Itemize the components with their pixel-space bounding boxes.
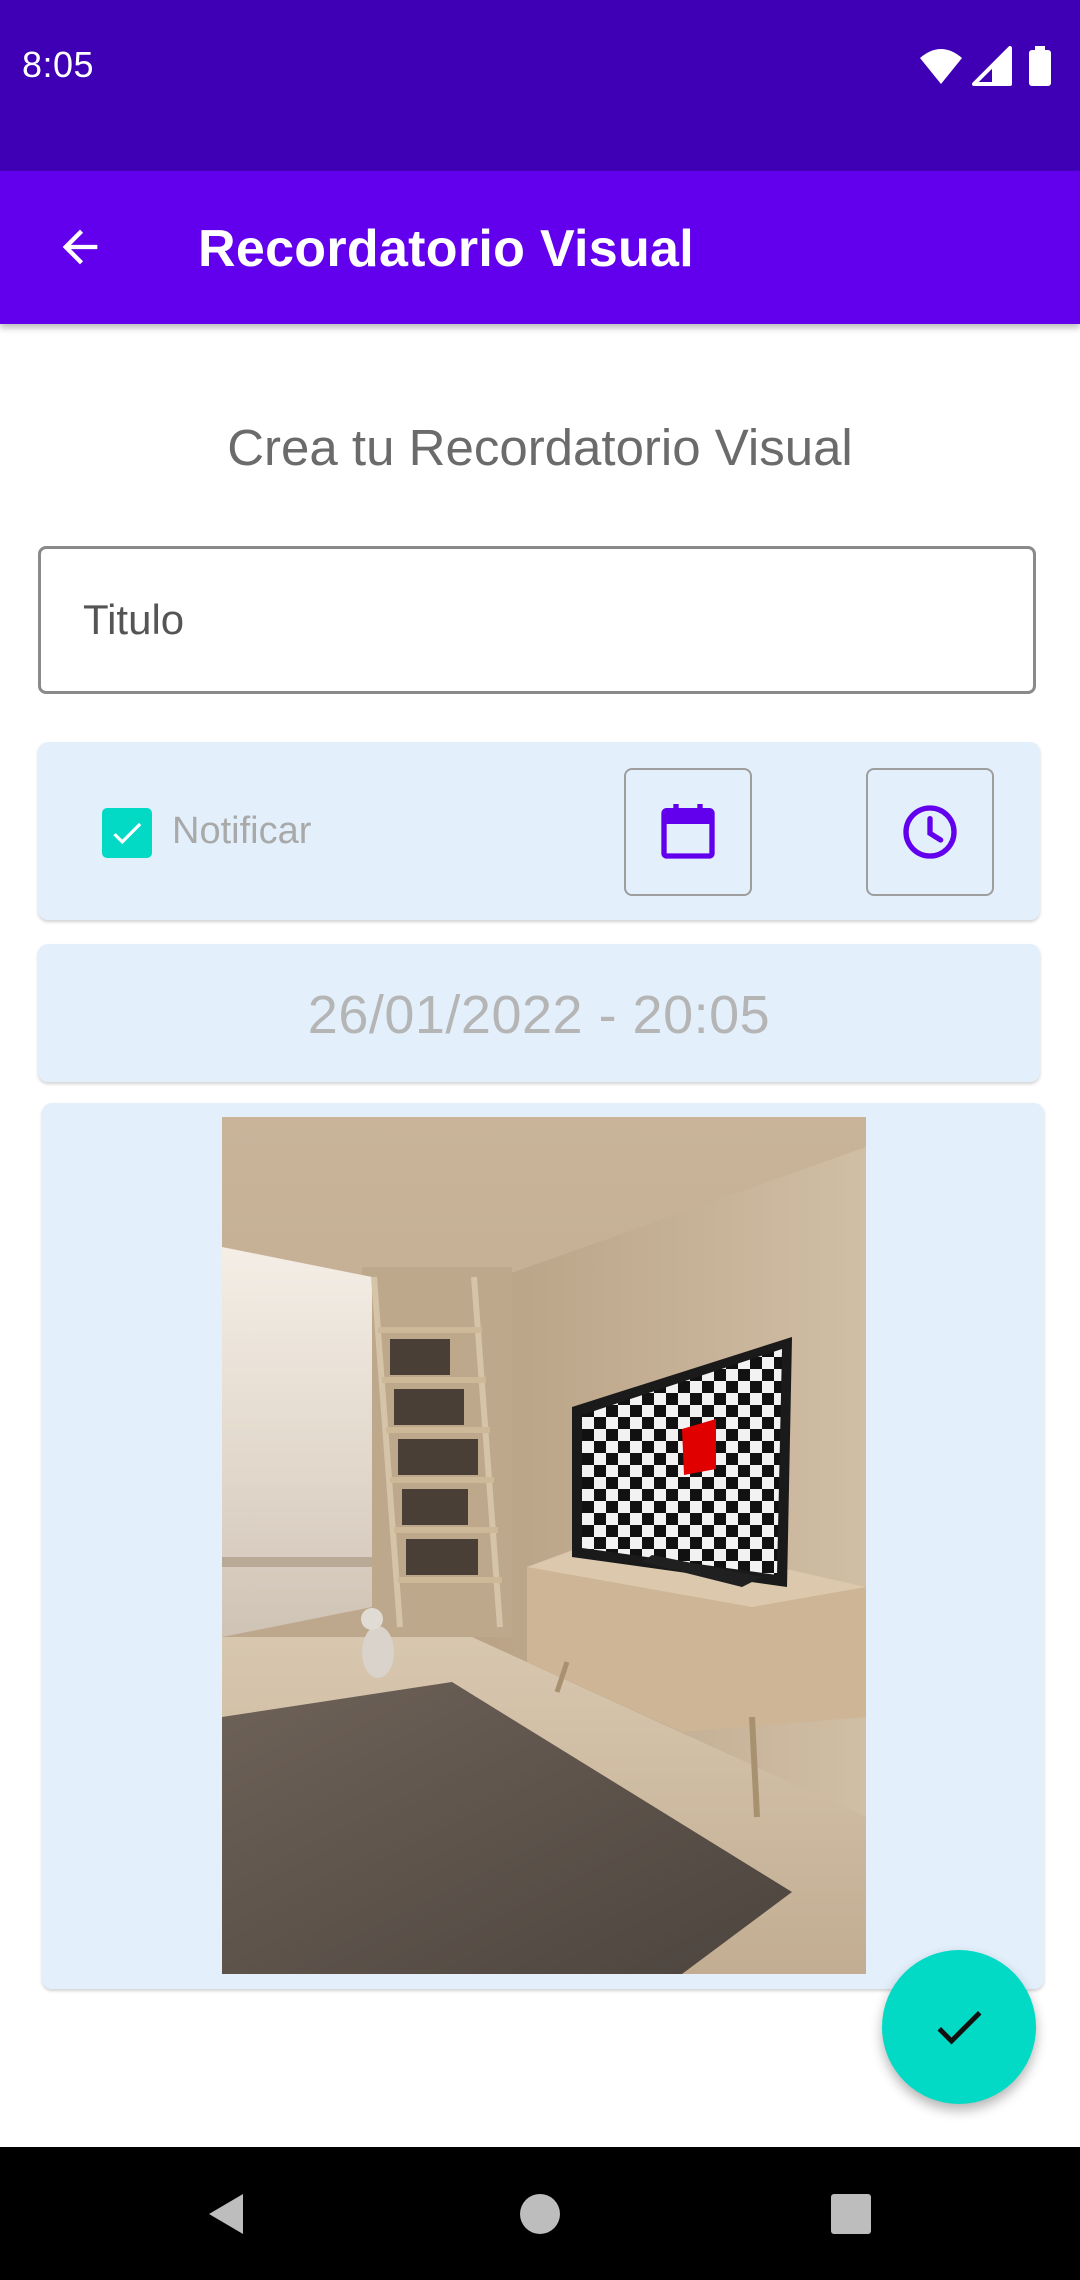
notify-card: Notificar [38, 742, 1040, 920]
datetime-text: 26/01/2022 - 20:05 [307, 985, 771, 1045]
page-heading: Crea tu Recordatorio Visual [227, 419, 853, 476]
image-card[interactable] [42, 1103, 1044, 1989]
battery-icon [1029, 46, 1051, 86]
app-title: Recordatorio Visual [198, 220, 694, 278]
notify-label: Notificar [172, 810, 312, 852]
notify-checkbox[interactable] [102, 808, 152, 858]
room-photo[interactable] [222, 1117, 866, 1974]
save-fab-button[interactable] [882, 1950, 1036, 2104]
screen: 8:05 Recordatorio Visual Crea tu Recorda… [0, 0, 1080, 2280]
wifi-icon [920, 49, 962, 84]
navigation-bar [0, 2147, 1080, 2280]
clock-icon [903, 805, 957, 859]
signal-icon [972, 46, 1012, 86]
nav-back-button[interactable] [158, 2147, 291, 2280]
back-triangle-icon [208, 2193, 243, 2234]
status-bar: 8:05 [0, 0, 1080, 171]
time-picker-button[interactable] [866, 768, 994, 896]
datetime-card: 26/01/2022 - 20:05 [38, 944, 1040, 1082]
title-input[interactable] [41, 549, 1033, 691]
arrow-back-icon [62, 229, 98, 265]
home-circle-icon [519, 2193, 560, 2234]
title-field[interactable] [38, 546, 1036, 694]
calendar-icon [661, 804, 715, 859]
date-picker-button[interactable] [624, 768, 752, 896]
back-button[interactable] [40, 207, 120, 287]
checkmark-icon [113, 822, 142, 845]
room-image [222, 1117, 866, 1974]
status-time: 8:05 [22, 44, 95, 85]
check-icon [937, 2011, 982, 2045]
nav-recents-button[interactable] [784, 2147, 917, 2280]
status-icons [918, 46, 1058, 86]
app-bar: Recordatorio Visual [0, 171, 1080, 324]
nav-home-button[interactable] [473, 2147, 606, 2280]
recents-square-icon [830, 2193, 871, 2234]
